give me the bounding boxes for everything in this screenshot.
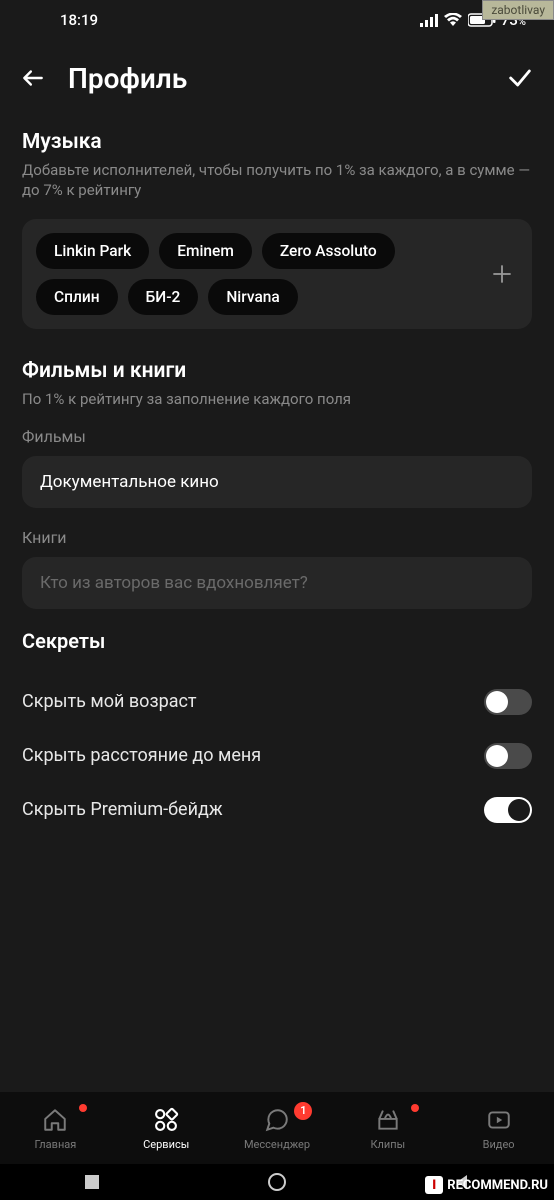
toggle-hide-distance: Скрыть расстояние до меня — [22, 729, 532, 783]
notification-badge: 1 — [294, 1102, 312, 1120]
signal-icon — [420, 13, 438, 27]
music-chips-box: Linkin Park Eminem Zero Assoluto Сплин Б… — [22, 219, 532, 329]
wifi-icon — [443, 13, 463, 27]
toggle-hide-premium: Скрыть Premium-бейдж — [22, 783, 532, 837]
confirm-icon[interactable] — [506, 64, 534, 92]
video-icon — [486, 1107, 512, 1133]
books-input[interactable]: Кто из авторов вас вдохновляет? — [22, 557, 532, 609]
status-bar: 18:19 73% — [0, 0, 554, 40]
toggle-label: Скрыть расстояние до меня — [22, 745, 261, 766]
nav-video[interactable]: Видео — [443, 1106, 554, 1151]
nav-label: Видео — [483, 1138, 515, 1151]
toggle-switch[interactable] — [484, 689, 532, 715]
films-input[interactable]: Документальное кино — [22, 456, 532, 508]
recent-apps-icon[interactable] — [83, 1173, 101, 1191]
page-title: Профиль — [68, 62, 506, 95]
nav-services[interactable]: Сервисы — [111, 1106, 222, 1151]
toggle-switch[interactable] — [484, 743, 532, 769]
toggle-label: Скрыть Premium-бейдж — [22, 799, 223, 820]
music-title: Музыка — [22, 130, 532, 154]
home-icon — [42, 1107, 68, 1133]
header: Профиль — [0, 46, 554, 110]
notification-dot — [79, 1104, 87, 1112]
toggle-switch[interactable] — [484, 797, 532, 823]
films-books-subtitle: По 1% к рейтингу за заполнение каждого п… — [22, 389, 532, 409]
secrets-title: Секреты — [22, 629, 532, 653]
bottom-nav: Главная Сервисы Мессенджер 1 Клипы Видео — [0, 1092, 554, 1164]
status-time: 18:19 — [60, 11, 98, 29]
music-chip[interactable]: Nirvana — [208, 279, 297, 315]
nav-messenger[interactable]: Мессенджер 1 — [222, 1106, 333, 1151]
nav-label: Клипы — [370, 1138, 405, 1151]
plus-icon — [490, 262, 514, 286]
books-label: Книги — [22, 528, 532, 547]
watermark-top: zabotlivay — [482, 0, 554, 20]
music-chip[interactable]: Сплин — [36, 279, 118, 315]
messenger-icon — [264, 1107, 290, 1133]
music-chip[interactable]: БИ-2 — [128, 279, 199, 315]
music-chip[interactable]: Zero Assoluto — [262, 233, 395, 269]
toggle-hide-age: Скрыть мой возраст — [22, 675, 532, 729]
films-label: Фильмы — [22, 427, 532, 446]
services-icon — [152, 1106, 180, 1134]
clips-icon — [375, 1107, 401, 1133]
back-icon[interactable] — [20, 65, 46, 91]
home-button-icon[interactable] — [267, 1172, 287, 1192]
toggle-label: Скрыть мой возраст — [22, 691, 197, 712]
nav-label: Мессенджер — [244, 1138, 310, 1151]
nav-label: Главная — [34, 1138, 76, 1151]
music-chip[interactable]: Linkin Park — [36, 233, 149, 269]
music-chip[interactable]: Eminem — [159, 233, 252, 269]
films-books-title: Фильмы и книги — [22, 359, 532, 383]
watermark-bottom: I RECOMMEND.RU — [425, 1176, 548, 1194]
nav-clips[interactable]: Клипы — [332, 1106, 443, 1151]
add-music-button[interactable] — [484, 256, 520, 292]
nav-label: Сервисы — [143, 1138, 189, 1151]
music-subtitle: Добавьте исполнителей, чтобы получить по… — [22, 160, 532, 201]
notification-dot — [411, 1104, 419, 1112]
nav-home[interactable]: Главная — [0, 1106, 111, 1151]
